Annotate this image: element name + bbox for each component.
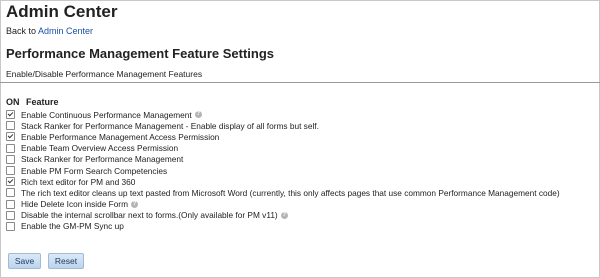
feature-row: Enable Team Overview Access Permission bbox=[6, 143, 560, 154]
feature-checkbox[interactable] bbox=[6, 132, 15, 142]
section-subtitle: Enable/Disable Performance Management Fe… bbox=[6, 69, 203, 79]
feature-row: Enable Performance Management Access Per… bbox=[6, 131, 560, 142]
feature-checkbox[interactable] bbox=[6, 154, 15, 164]
back-prefix: Back to bbox=[6, 26, 37, 36]
help-icon[interactable]: ? bbox=[280, 211, 288, 219]
feature-row: Enable PM Form Search Competencies bbox=[6, 165, 560, 176]
feature-label: Hide Delete Icon inside Form bbox=[21, 199, 128, 210]
feature-checkbox[interactable] bbox=[6, 166, 15, 176]
reset-button[interactable]: Reset bbox=[48, 253, 84, 269]
feature-row: Enable Continuous Performance Management… bbox=[6, 109, 560, 120]
back-link-row: Back to Admin Center bbox=[6, 26, 93, 36]
feature-column-header: Feature bbox=[26, 97, 59, 107]
section-title: Performance Management Feature Settings bbox=[6, 46, 275, 61]
feature-checkbox[interactable] bbox=[6, 210, 15, 220]
feature-label: Disable the internal scrollbar next to f… bbox=[21, 210, 278, 221]
feature-label: Stack Ranker for Performance Management bbox=[21, 154, 184, 165]
on-column-header: ON bbox=[6, 97, 20, 107]
save-button[interactable]: Save bbox=[8, 253, 41, 269]
feature-label: Rich text editor for PM and 360 bbox=[21, 176, 136, 187]
feature-checkbox[interactable] bbox=[6, 221, 15, 231]
feature-checkbox[interactable] bbox=[6, 188, 15, 198]
help-icon[interactable]: ? bbox=[131, 200, 138, 208]
feature-list: Enable Continuous Performance Management… bbox=[6, 109, 560, 232]
column-header: ON Feature bbox=[6, 97, 59, 107]
feature-label: Enable PM Form Search Competencies bbox=[21, 165, 168, 176]
feature-checkbox[interactable] bbox=[6, 199, 15, 209]
feature-checkbox[interactable] bbox=[6, 143, 15, 153]
feature-row: Stack Ranker for Performance Management … bbox=[6, 120, 560, 131]
feature-row: Enable the GM-PM Sync up bbox=[6, 221, 560, 232]
feature-label: The rich text editor cleans up text past… bbox=[21, 187, 560, 198]
feature-checkbox[interactable] bbox=[6, 121, 15, 131]
feature-checkbox[interactable] bbox=[6, 110, 15, 120]
feature-row: The rich text editor cleans up text past… bbox=[6, 187, 560, 198]
feature-row: Rich text editor for PM and 360 bbox=[6, 176, 560, 187]
help-icon[interactable]: ? bbox=[194, 111, 202, 119]
feature-label: Enable Continuous Performance Management bbox=[21, 109, 192, 120]
feature-label: Enable Performance Management Access Per… bbox=[21, 131, 220, 142]
feature-label: Enable the GM-PM Sync up bbox=[21, 221, 124, 232]
feature-row: Disable the internal scrollbar next to f… bbox=[6, 210, 560, 221]
feature-row: Hide Delete Icon inside Form? bbox=[6, 199, 560, 210]
feature-checkbox[interactable] bbox=[6, 177, 15, 187]
admin-center-link[interactable]: Admin Center bbox=[38, 26, 93, 36]
feature-row: Stack Ranker for Performance Management bbox=[6, 154, 560, 165]
page-title: Admin Center bbox=[6, 2, 118, 21]
feature-label: Stack Ranker for Performance Management … bbox=[21, 120, 319, 131]
divider bbox=[0, 82, 600, 83]
feature-label: Enable Team Overview Access Permission bbox=[21, 143, 179, 154]
